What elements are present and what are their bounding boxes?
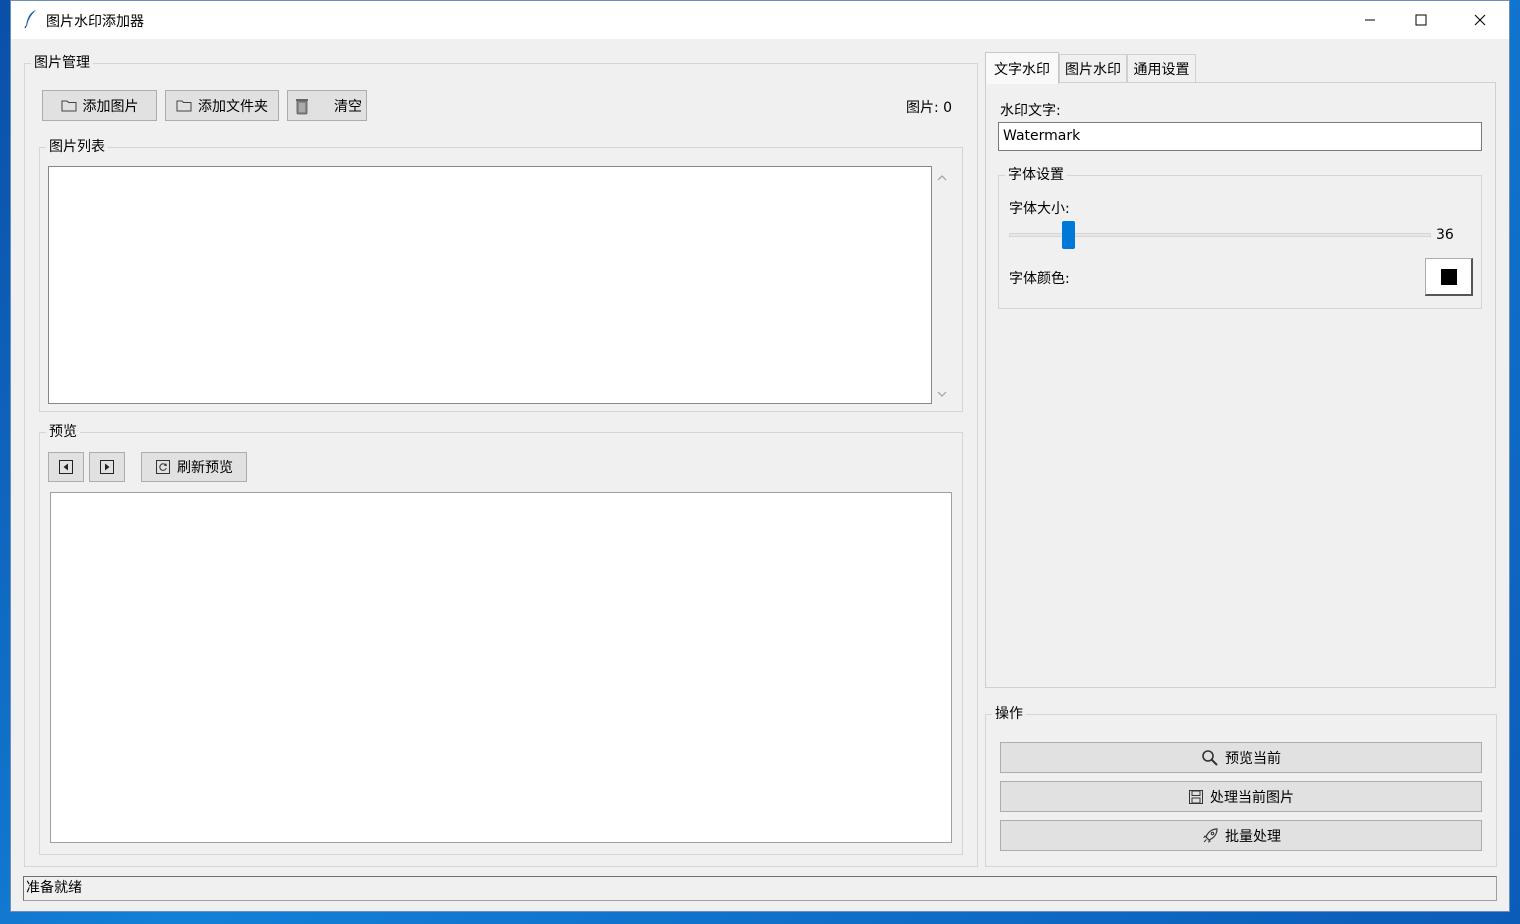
scroll-arrows-icon [937,175,947,397]
title-bar: 图片水印添加器 [11,1,1509,39]
status-bar: 准备就绪 [23,876,1497,901]
maximize-button[interactable] [1392,1,1450,39]
magnifier-icon [1202,749,1218,766]
close-icon [1474,14,1486,26]
next-icon [100,460,114,474]
close-button[interactable] [1451,1,1509,39]
watermark-text-label: 水印文字: [1000,103,1061,119]
batch-process-button[interactable]: 批量处理 [1000,820,1482,851]
add-image-button[interactable]: 添加图片 [42,90,157,121]
font-settings-legend: 字体设置 [1005,166,1067,184]
tab-label: 通用设置 [1133,62,1190,78]
clear-label: 清空 [334,98,362,115]
minimize-icon [1365,19,1375,21]
app-window: 图片水印添加器 图片管理 添加图片 添加文件夹 清空 图片: 0 图片列表 预览… [10,0,1510,912]
preview-current-button[interactable]: 预览当前 [1000,742,1482,773]
refresh-preview-label: 刷新预览 [177,460,233,476]
folder-icon [176,100,192,112]
preview-legend: 预览 [46,423,80,441]
maximize-icon [1415,14,1427,26]
previous-icon [59,460,73,474]
add-image-label: 添加图片 [82,98,139,115]
image-list-scrollbar[interactable] [932,166,952,404]
previous-image-button[interactable] [48,452,84,482]
image-count: 图片: 0 [906,100,953,116]
add-folder-label: 添加文件夹 [198,98,268,115]
refresh-icon [156,460,170,474]
font-size-label: 字体大小: [1009,201,1070,217]
minimize-button[interactable] [1341,1,1399,39]
preview-canvas [50,492,952,843]
batch-process-label: 批量处理 [1225,828,1281,845]
tab-text-watermark[interactable]: 文字水印 [985,52,1059,84]
process-current-button[interactable]: 处理当前图片 [1000,781,1482,812]
image-management-legend: 图片管理 [31,54,93,72]
feather-icon [23,9,39,29]
font-size-slider-thumb[interactable] [1062,221,1076,249]
trash-icon [296,98,308,114]
actions-legend: 操作 [992,705,1026,723]
font-color-label: 字体颜色: [1009,271,1070,287]
font-size-value: 36 [1436,227,1454,243]
font-color-button[interactable] [1425,258,1473,296]
process-current-label: 处理当前图片 [1210,789,1294,806]
save-icon [1189,789,1203,804]
tab-general-settings[interactable]: 通用设置 [1127,54,1196,83]
watermark-text-input[interactable]: Watermark [998,122,1482,151]
tab-label: 图片水印 [1065,62,1121,78]
folder-icon [61,100,76,112]
tab-label: 文字水印 [994,61,1050,78]
font-color-swatch [1440,268,1457,285]
rocket-icon [1203,827,1218,843]
add-folder-button[interactable]: 添加文件夹 [165,90,279,121]
preview-current-label: 预览当前 [1225,750,1281,767]
image-listbox[interactable] [48,166,932,404]
clear-button[interactable]: 清空 [287,90,367,121]
refresh-preview-button[interactable]: 刷新预览 [141,452,247,482]
image-list-legend: 图片列表 [46,138,108,156]
window-title: 图片水印添加器 [46,14,144,30]
tab-image-watermark[interactable]: 图片水印 [1059,54,1127,83]
next-image-button[interactable] [89,452,125,482]
